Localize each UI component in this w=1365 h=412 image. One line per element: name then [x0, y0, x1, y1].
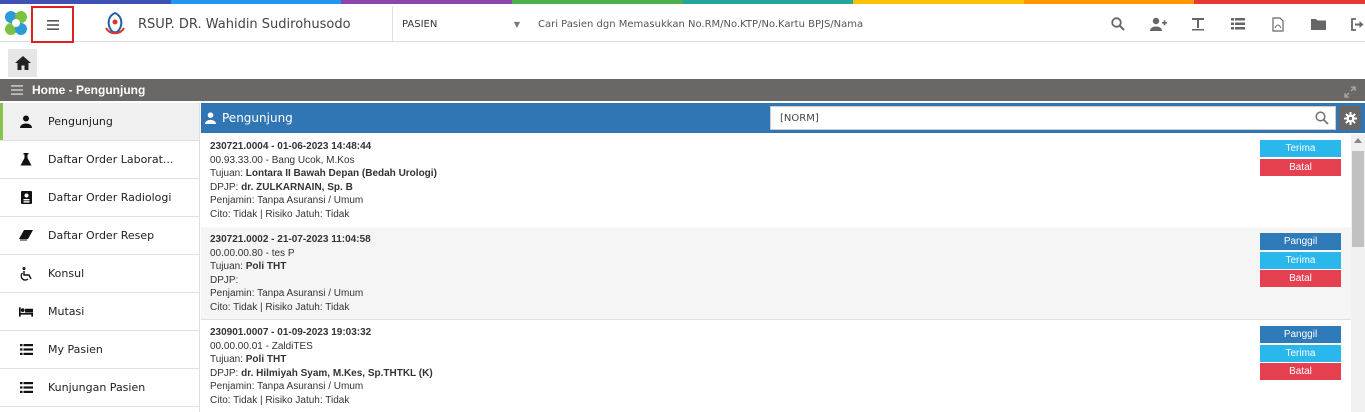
visit-penjamin: Penjamin: Tanpa Asuransi / Umum — [210, 288, 364, 299]
wheelchair-icon — [19, 266, 33, 281]
sidebar-item-label: Daftar Order Resep — [48, 229, 155, 242]
sidebar-item-daftar-order-resep[interactable]: Daftar Order Resep — [0, 217, 199, 255]
tujuan-label: Tujuan: — [210, 261, 246, 272]
norm-input-value: [NORM] — [780, 112, 819, 124]
search-type-value: PASIEN — [402, 18, 438, 30]
list-item[interactable]: 230721.0004 - 01-06-2023 14:48:44 00.93.… — [201, 134, 1351, 228]
panggil-button[interactable]: Panggil — [1260, 233, 1341, 250]
hamburger-icon — [46, 19, 59, 30]
bed-icon — [19, 306, 33, 317]
visit-list: 230721.0004 - 01-06-2023 14:48:44 00.93.… — [201, 134, 1351, 412]
sidebar-item-label: Daftar Order Laborat... — [48, 153, 174, 166]
panggil-button[interactable]: Panggil — [1260, 326, 1341, 343]
list-item[interactable]: 230721.0002 - 21-07-2023 11:04:58 00.00.… — [201, 227, 1351, 320]
scrollbar[interactable] — [1351, 134, 1365, 412]
settings-button[interactable] — [1339, 106, 1361, 130]
terima-button[interactable]: Terima — [1260, 140, 1341, 157]
patient-search-input[interactable]: Cari Pasien dgn Memasukkan No.RM/No.KTP/… — [538, 6, 1088, 42]
color-strip — [0, 0, 1365, 4]
sidebar-item-my-pasien[interactable]: My Pasien — [0, 331, 199, 369]
batal-button[interactable]: Batal — [1260, 363, 1341, 380]
radiology-icon — [19, 191, 33, 204]
logout-icon[interactable] — [1338, 8, 1365, 40]
hospital-name: RSUP. DR. Wahidin Sudirohusodo — [138, 16, 351, 32]
visit-patient: 00.00.00.01 - ZaldiTES — [210, 340, 313, 352]
visit-cito: Cito: Tidak | Risiko Jatuh: Tidak — [210, 301, 350, 313]
tujuan-value: Poli THT — [245, 354, 287, 365]
search-icon[interactable] — [1098, 8, 1138, 40]
app-logo-icon — [5, 11, 27, 35]
visit-patient: 00.93.33.00 - Bang Ucok, M.Kos — [210, 154, 355, 166]
tujuan-value: Poli THT — [245, 261, 287, 272]
sidebar-item-label: Pengunjung — [48, 115, 113, 128]
sidebar-item-daftar-order-laboratorium[interactable]: Daftar Order Laborat... — [0, 141, 199, 179]
sidebar-item-daftar-order-radiologi[interactable]: Daftar Order Radiologi — [0, 179, 199, 217]
sidebar-item-label: Daftar Order Radiologi — [48, 191, 172, 204]
list-item[interactable]: 230901.0007 - 01-09-2023 19:03:32 00.00.… — [201, 320, 1351, 412]
eraser-icon — [19, 230, 33, 241]
visit-patient: 00.00.00.80 - tes P — [210, 247, 295, 259]
hospital-brand[interactable]: RSUP. DR. Wahidin Sudirohusodo — [100, 6, 351, 42]
sidebar-item-konsul[interactable]: Konsul — [0, 255, 199, 293]
dpjp-value: dr. ZULKARNAIN, Sp. B — [241, 181, 353, 193]
terima-button[interactable]: Terima — [1260, 344, 1341, 362]
scroll-up-icon[interactable] — [1354, 138, 1362, 143]
sidebar-item-label: Kunjungan Pasien — [48, 381, 146, 394]
sidebar-item-label: Mutasi — [48, 305, 85, 318]
user-icon — [19, 115, 33, 128]
add-user-icon[interactable] — [1138, 8, 1178, 40]
list-icon — [19, 344, 33, 355]
home-icon — [14, 56, 31, 70]
top-toolbar — [1098, 8, 1365, 40]
visit-header: 230721.0004 - 01-06-2023 14:48:44 — [210, 141, 372, 152]
scrollbar-thumb[interactable] — [1352, 151, 1364, 247]
user-icon — [205, 112, 216, 124]
dpjp-label: DPJP: — [210, 181, 242, 193]
terima-button[interactable]: Terima — [1260, 251, 1341, 269]
norm-search-input[interactable]: [NORM] — [770, 106, 1336, 130]
batal-button[interactable]: Batal — [1260, 270, 1341, 287]
text-icon[interactable] — [1178, 8, 1218, 40]
search-type-select[interactable]: PASIEN ▼ — [402, 6, 524, 42]
sidebar-item-pengunjung[interactable]: Pengunjung — [0, 103, 199, 141]
panel-title: Pengunjung — [205, 103, 293, 133]
sidebar-item-mutasi[interactable]: Mutasi — [0, 293, 199, 331]
tujuan-label: Tujuan: — [210, 354, 246, 365]
hospital-logo-icon — [105, 11, 125, 35]
expand-icon[interactable] — [1344, 83, 1356, 102]
flask-icon — [19, 153, 33, 166]
breadcrumb-bar: Home - Pengunjung — [0, 79, 1365, 101]
sidebar-item-label: My Pasien — [48, 343, 103, 356]
sidebar-item-label: Konsul — [48, 267, 85, 280]
dpjp-label: DPJP: — [210, 367, 242, 379]
visit-cito: Cito: Tidak | Risiko Jatuh: Tidak — [210, 394, 350, 406]
batal-button[interactable]: Batal — [1260, 158, 1341, 176]
folder-icon[interactable] — [1298, 8, 1338, 40]
divider — [392, 6, 393, 42]
caret-down-icon: ▼ — [513, 19, 520, 29]
gear-icon — [1343, 111, 1357, 125]
panel-title-text: Pengunjung — [222, 111, 293, 125]
hamburger-menu-button[interactable] — [31, 6, 74, 43]
visit-header: 230721.0002 - 21-07-2023 11:04:58 — [210, 234, 371, 245]
list-icon — [19, 382, 33, 393]
dpjp-value: dr. Hilmiyah Syam, M.Kes, Sp.THTKL (K) — [241, 367, 433, 379]
visit-cito: Cito: Tidak | Risiko Jatuh: Tidak — [210, 208, 350, 220]
visit-penjamin: Penjamin: Tanpa Asuransi / Umum — [210, 195, 364, 206]
search-icon[interactable] — [1315, 111, 1329, 125]
sidebar: Pengunjung Daftar Order Laborat... Dafta… — [0, 103, 200, 412]
sidebar-item-kunjungan-pasien[interactable]: Kunjungan Pasien — [0, 369, 199, 407]
tujuan-value: Lontara II Bawah Depan (Bedah Urologi) — [245, 168, 437, 179]
visit-penjamin: Penjamin: Tanpa Asuransi / Umum — [210, 381, 364, 392]
top-navbar: RSUP. DR. Wahidin Sudirohusodo PASIEN ▼ … — [0, 0, 1365, 43]
panel-header: Pengunjung [NORM] — [201, 103, 1365, 133]
visit-header: 230901.0007 - 01-09-2023 19:03:32 — [210, 327, 372, 338]
tujuan-label: Tujuan: — [210, 168, 246, 179]
breadcrumb: Home - Pengunjung — [32, 83, 146, 97]
pdf-icon[interactable] — [1258, 8, 1298, 40]
list-icon[interactable] — [1218, 8, 1258, 40]
dpjp-label: DPJP: — [210, 274, 239, 286]
home-button[interactable] — [8, 49, 37, 77]
breadcrumb-menu-icon[interactable] — [11, 85, 23, 95]
